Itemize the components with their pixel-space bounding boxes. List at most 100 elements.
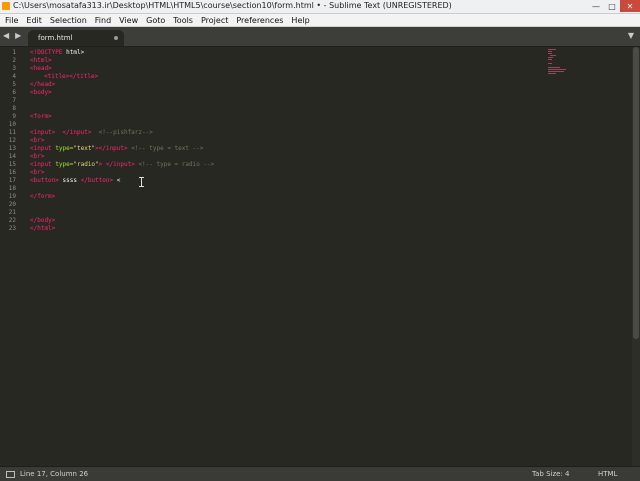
tab-back-icon[interactable]: ◀: [3, 31, 9, 40]
line-number: 21: [8, 209, 16, 216]
code-comment: <!-- type = radio -->: [138, 161, 215, 168]
text-cursor-icon: [139, 177, 144, 187]
code-token: <button>: [30, 177, 59, 184]
code-line-12: <br>: [30, 137, 44, 144]
code-line-3: <head>: [30, 65, 52, 72]
menu-edit[interactable]: Edit: [26, 16, 42, 25]
line-number: 3: [12, 65, 16, 72]
window-controls: — □ ✕: [588, 0, 640, 12]
code-line-19: </form>: [30, 193, 55, 200]
line-number: 8: [12, 105, 16, 112]
menu-file[interactable]: File: [5, 16, 18, 25]
menu-help[interactable]: Help: [291, 16, 309, 25]
code-token: </input>: [62, 129, 92, 136]
menu-bar: File Edit Selection Find View Goto Tools…: [0, 14, 640, 27]
code-line-2: <html>: [30, 57, 52, 64]
code-line-22: </body>: [30, 217, 55, 224]
line-number: 11: [8, 129, 16, 136]
tab-label: form.html: [38, 34, 73, 42]
code-token: <html>: [30, 57, 52, 64]
line-number: 20: [8, 201, 16, 208]
line-number: 19: [8, 193, 16, 200]
tab-bar: ◀ ▶ form.html ▼: [0, 27, 640, 47]
line-number: 10: [8, 121, 16, 128]
code-line-23: </html>: [30, 225, 55, 232]
code-token: </form>: [30, 193, 56, 200]
code-token: >: [98, 161, 106, 168]
syntax-selector[interactable]: HTML: [598, 470, 617, 478]
line-number: 2: [12, 57, 16, 64]
tab-navigation: ◀ ▶: [3, 31, 21, 40]
minimize-button[interactable]: —: [588, 0, 604, 12]
menu-tools[interactable]: Tools: [173, 16, 193, 25]
code-token: html>: [62, 49, 85, 56]
code-token: <input>: [30, 129, 56, 136]
code-token: <br>: [30, 169, 45, 176]
menu-goto[interactable]: Goto: [146, 16, 165, 25]
code-line-16: <br>: [30, 169, 44, 176]
code-line-6: <body>: [30, 89, 52, 96]
scrollbar-thumb[interactable]: [633, 47, 639, 339]
tab-size-selector[interactable]: Tab Size: 4: [532, 470, 569, 478]
code-text: <: [113, 177, 121, 184]
code-line-4: <title></title>: [44, 73, 98, 80]
panel-toggle-icon[interactable]: [6, 471, 15, 478]
code-token: </input>: [105, 161, 135, 168]
tab-form-html[interactable]: form.html: [28, 30, 124, 46]
line-number: 15: [8, 161, 16, 168]
unsaved-dot-icon[interactable]: [114, 36, 118, 40]
code-token: <form>: [30, 113, 52, 120]
tab-dropdown-icon[interactable]: ▼: [628, 31, 634, 40]
sublime-app-icon: [2, 2, 10, 10]
code-line-15: <input type="radio"> </input> <!-- type …: [30, 161, 214, 168]
vertical-scrollbar[interactable]: [632, 47, 640, 466]
line-number: 13: [8, 145, 16, 152]
code-token: </body>: [30, 217, 56, 224]
code-attribute: type=: [55, 145, 74, 152]
code-token: <input: [30, 161, 52, 168]
code-editor[interactable]: 1 2 3 4 5 6 7 8 9 10 11 12 13 14 15 16 1…: [0, 47, 632, 466]
line-number: 18: [8, 185, 16, 192]
cursor-position: Line 17, Column 26: [20, 470, 89, 478]
maximize-button[interactable]: □: [604, 0, 620, 12]
code-token: <head>: [30, 65, 52, 72]
menu-view[interactable]: View: [119, 16, 138, 25]
minimap[interactable]: [546, 47, 576, 77]
code-token: </button>: [80, 177, 114, 184]
line-number: 7: [12, 97, 16, 104]
line-number: 5: [12, 81, 16, 88]
code-comment: <!--pishfarz-->: [98, 129, 153, 136]
window-title: C:\Users\mosatafa313.ir\Desktop\HTML\HTM…: [13, 1, 452, 10]
code-attribute: type=: [55, 161, 74, 168]
code-token: </html>: [30, 225, 56, 232]
code-line-14: <br>: [30, 153, 44, 160]
menu-selection[interactable]: Selection: [50, 16, 87, 25]
close-button[interactable]: ✕: [620, 0, 640, 12]
code-line-13: <input type="text"></input> <!-- type = …: [30, 145, 203, 152]
line-number: 16: [8, 169, 16, 176]
line-number: 6: [12, 89, 16, 96]
code-line-11: <input> </input> <!--pishfarz-->: [30, 129, 153, 136]
code-token: <title></title>: [44, 73, 99, 80]
title-bar: C:\Users\mosatafa313.ir\Desktop\HTML\HTM…: [0, 0, 640, 14]
code-string: "radio": [73, 161, 99, 168]
code-token: <!DOCTYPE: [30, 49, 63, 56]
code-token: <body>: [30, 89, 52, 96]
menu-find[interactable]: Find: [95, 16, 111, 25]
status-bar: Line 17, Column 26 Tab Size: 4 HTML: [0, 466, 640, 481]
menu-project[interactable]: Project: [201, 16, 228, 25]
code-token: </head>: [30, 81, 56, 88]
line-number: 14: [8, 153, 16, 160]
code-line-9: <form>: [30, 113, 52, 120]
menu-preferences[interactable]: Preferences: [236, 16, 283, 25]
code-token: <br>: [30, 137, 45, 144]
code-token: <br>: [30, 153, 45, 160]
line-number: 12: [8, 137, 16, 144]
code-line-5: </head>: [30, 81, 55, 88]
line-number: 9: [12, 113, 16, 120]
code-line-17: <button> ssss </button> <: [30, 177, 120, 184]
line-number: 23: [8, 225, 16, 232]
line-number: 4: [12, 73, 16, 80]
tab-forward-icon[interactable]: ▶: [15, 31, 21, 40]
code-text: ssss: [58, 177, 81, 184]
